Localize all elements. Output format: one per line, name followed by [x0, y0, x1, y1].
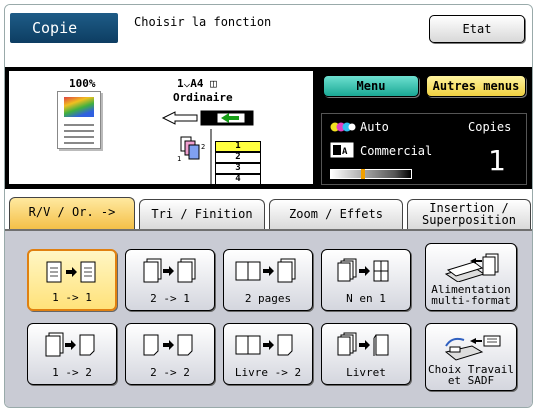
mode-n-in-1-label: N en 1: [346, 292, 386, 305]
menu-button[interactable]: Menu: [323, 75, 419, 97]
tray-3[interactable]: 3: [215, 163, 261, 174]
svg-text:2: 2: [201, 143, 205, 151]
copy-count: 1: [488, 144, 506, 177]
color-mode-value: Auto: [360, 120, 389, 134]
job-choice-adf-button[interactable]: Choix Travail et SADF: [425, 323, 517, 391]
mode-1-to-1-button[interactable]: 1 -> 1: [27, 249, 117, 311]
svg-text:A: A: [342, 147, 348, 157]
tray-1[interactable]: 1: [215, 141, 261, 152]
prompt-text: Choisir la fonction: [134, 15, 272, 29]
multi-format-feed-button[interactable]: Alimentation multi-format: [425, 243, 517, 311]
two-to-one-icon: [143, 258, 196, 283]
header: Copie Choisir la fonction Etat: [5, 5, 532, 67]
mode-1-to-1-label: 1 -> 1: [52, 291, 92, 304]
density-bar: [330, 169, 412, 179]
adf-scanner-icon: [444, 335, 501, 361]
tab-zoom-effects[interactable]: Zoom / Effets: [269, 199, 403, 229]
mode-2-to-1-button[interactable]: 2 -> 1: [125, 249, 215, 311]
density-marker: [361, 169, 365, 179]
tray-2[interactable]: 2: [215, 152, 261, 163]
mode-title: Copie: [10, 13, 118, 43]
paper-size: 1⌵A4 ◫: [177, 77, 217, 90]
mode-n-in-1-button[interactable]: N en 1: [321, 249, 411, 311]
mode-2-pages-button[interactable]: 2 pages: [223, 249, 313, 311]
mode-2-to-2-button[interactable]: 2 -> 2: [125, 323, 215, 385]
status-button[interactable]: Etat: [429, 15, 525, 43]
one-to-two-icon: [45, 332, 95, 357]
mode-1-to-2-button[interactable]: 1 -> 2: [27, 323, 117, 385]
tray-4[interactable]: 4: [215, 174, 261, 185]
mode-booklet-button[interactable]: Livret: [321, 323, 411, 385]
paper-type: Ordinaire: [173, 91, 233, 104]
orientation-icon: ◫: [203, 77, 217, 90]
copies-label: Copies: [468, 120, 512, 134]
mode-1-to-2-label: 1 -> 2: [52, 366, 92, 379]
job-choice-adf-label: Choix Travail et SADF: [427, 363, 515, 387]
svg-text:1: 1: [177, 155, 181, 163]
original-document-icon: [57, 91, 101, 149]
mode-2-pages-label: 2 pages: [244, 292, 292, 305]
multi-format-feed-label: Alimentation multi-format: [431, 283, 511, 307]
status-panel: 100% 1⌵A4 ◫ Ordinaire 1 2 1 2 3 4 Menu A…: [5, 67, 532, 189]
copier-screen: Copie Choisir la fonction Etat 100% 1⌵A4…: [4, 4, 533, 408]
copy-settings-box: 100% 1⌵A4 ◫ Ordinaire 1 2 1 2 3 4: [8, 70, 314, 185]
mode-2-to-1-label: 2 -> 1: [150, 292, 190, 305]
mode-book-to-2-button[interactable]: Livre -> 2: [223, 323, 313, 385]
function-area: 1 -> 1 2 -> 1 2 pages N en 1 Alimentatio…: [5, 229, 532, 407]
original-type-value: Commercial: [360, 144, 433, 158]
booklet-icon: [337, 332, 389, 356]
function-tabs: R/V / Or. -> Copie Tri / Finition Zoom /…: [5, 193, 532, 247]
mode-booklet-label: Livret: [346, 366, 386, 379]
mode-2-to-2-label: 2 -> 2: [150, 366, 190, 379]
tab-insertion-line2: Superposition: [422, 213, 516, 227]
copies-box: Auto Copies A Commercial 1: [321, 113, 527, 185]
tab-sort-finish[interactable]: Tri / Finition: [139, 199, 265, 229]
n-in-one-icon: [337, 258, 389, 282]
tab-duplex[interactable]: R/V / Or. -> Copie: [9, 197, 135, 247]
color-mode-icon: [330, 122, 356, 132]
tab-insertion-overlay[interactable]: Insertion / Superposition: [407, 199, 531, 229]
mode-book-to-2-label: Livre -> 2: [234, 366, 302, 379]
book-to-duplex-icon: [235, 334, 293, 356]
one-to-one-icon: [46, 261, 96, 283]
two-pages-book-icon: [235, 258, 296, 283]
two-to-two-icon: [143, 334, 193, 356]
other-menus-button[interactable]: Autres menus: [426, 75, 526, 97]
tray-indicator-icon: 1⌵: [177, 77, 191, 90]
rainbow-picture-icon: [64, 97, 94, 117]
zoom-value: 100%: [69, 77, 96, 90]
original-type-icon: A: [330, 142, 354, 158]
multi-format-feed-icon: [444, 253, 499, 282]
